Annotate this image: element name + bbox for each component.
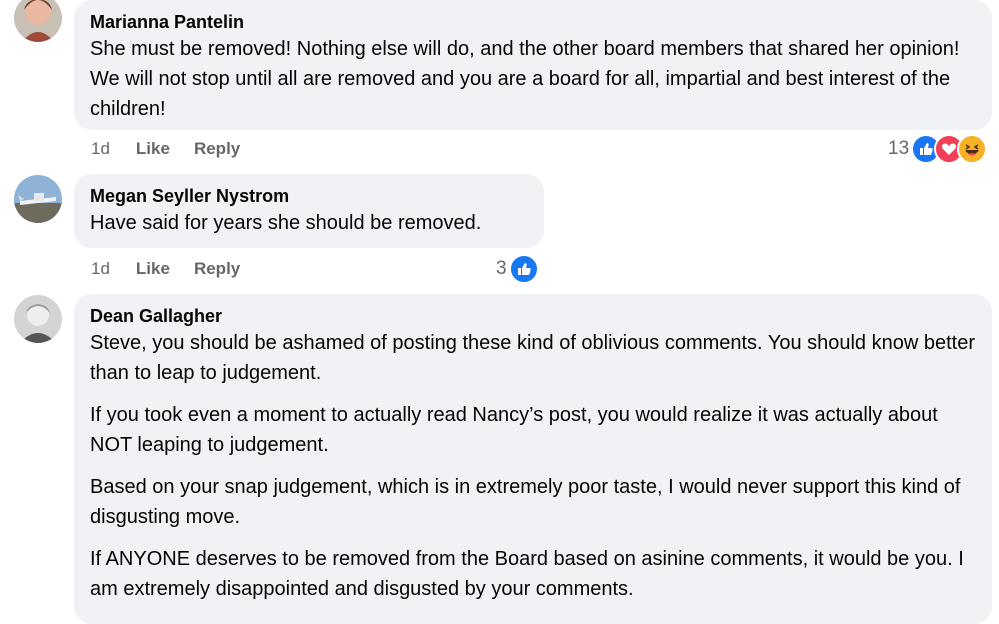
avatar[interactable] [14, 175, 62, 223]
reaction-summary[interactable]: 13 [888, 134, 988, 164]
comment-author[interactable]: Megan Seyller Nystrom [90, 184, 530, 208]
comment-text: Have said for years she should be remove… [90, 212, 482, 234]
comment-timestamp[interactable]: 1d [91, 139, 110, 159]
like-button[interactable]: Like [136, 259, 170, 279]
like-button[interactable]: Like [136, 139, 170, 159]
avatar[interactable] [14, 295, 62, 343]
avatar[interactable] [14, 0, 62, 42]
comment-text: She must be removed! Nothing else will d… [90, 38, 960, 120]
comment-bubble: Dean Gallagher Steve, you should be asha… [74, 294, 992, 624]
comment-paragraph: Steve, you should be ashamed of posting … [90, 332, 975, 384]
comment-paragraph: Based on your snap judgement, which is i… [90, 476, 961, 528]
reaction-count: 13 [888, 138, 910, 159]
like-icon [508, 254, 539, 284]
reply-button[interactable]: Reply [194, 259, 240, 279]
comment-paragraph: If you took even a moment to actually re… [90, 404, 938, 456]
reaction-count: 3 [496, 258, 507, 279]
comment-timestamp[interactable]: 1d [91, 259, 110, 279]
reaction-summary[interactable]: 3 [496, 254, 539, 284]
comment-paragraph: If ANYONE deserves to be removed from th… [90, 548, 964, 600]
comment-bubble: Megan Seyller Nystrom Have said for year… [74, 174, 544, 248]
comment-actions: 1d Like Reply [91, 139, 264, 159]
comment-actions: 1d Like Reply [91, 259, 264, 279]
comment-author[interactable]: Dean Gallagher [90, 304, 978, 328]
haha-icon [957, 134, 988, 164]
comment-author[interactable]: Marianna Pantelin [90, 10, 978, 34]
comment-bubble: Marianna Pantelin She must be removed! N… [74, 0, 992, 130]
reply-button[interactable]: Reply [194, 139, 240, 159]
